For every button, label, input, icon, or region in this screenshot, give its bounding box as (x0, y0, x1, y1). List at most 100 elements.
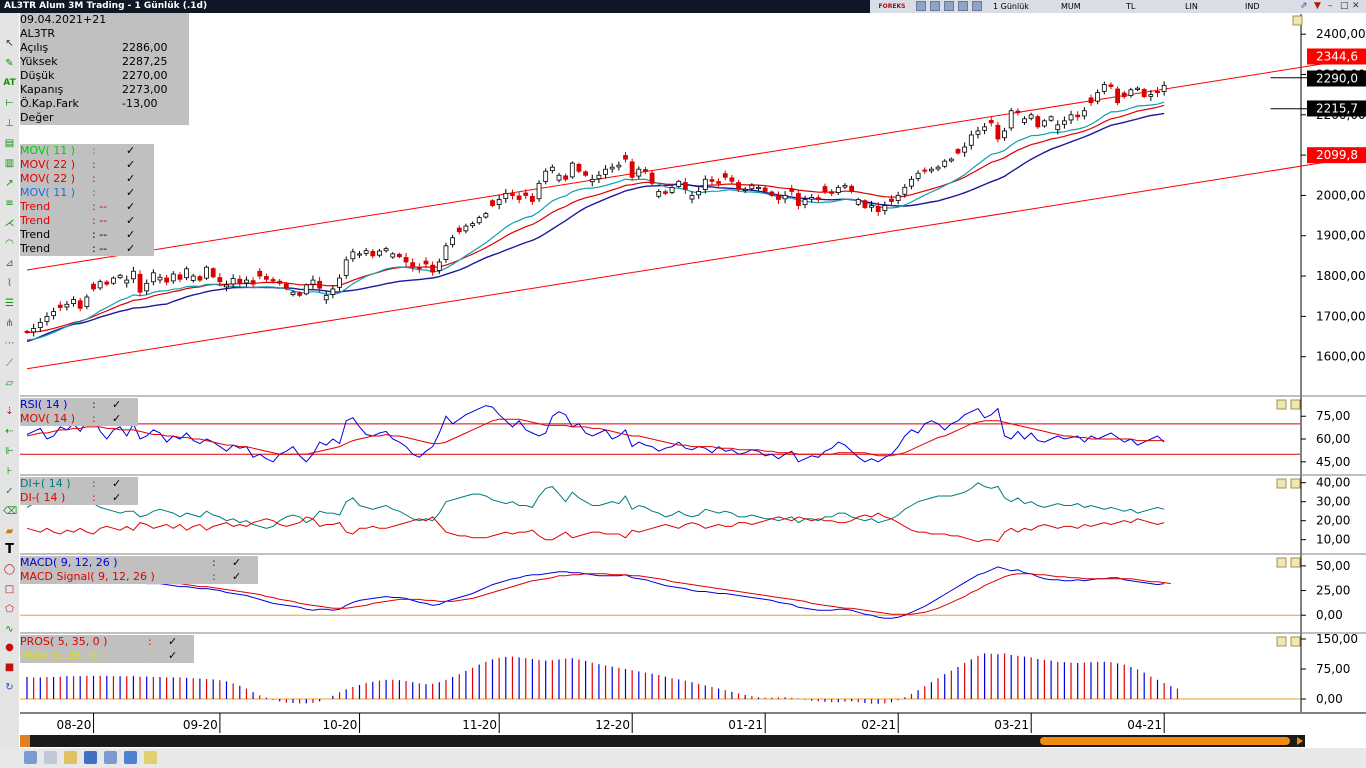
x-tick-label: 08-20 (57, 718, 92, 732)
maximize-icon[interactable]: □ (1340, 0, 1349, 13)
di-legend[interactable]: DI+( 14 ): ✓ DI-( 14 ): ✓ (20, 477, 138, 505)
paint-icon[interactable]: ▰ (3, 525, 16, 538)
candle-type-selector[interactable]: MUM (1061, 0, 1081, 13)
rotate-icon[interactable]: ↻ (3, 681, 16, 694)
legend-row[interactable]: MACD( 9, 12, 26 ): ✓ (20, 556, 258, 570)
table-icon[interactable] (916, 1, 926, 11)
legend-checkbox[interactable]: ✓ (126, 228, 135, 242)
legend-row[interactable]: Trend: -- ✓ (20, 214, 154, 228)
legend-checkbox[interactable]: ✓ (112, 398, 121, 412)
legend-checkbox[interactable]: ✓ (168, 649, 177, 663)
link-icon[interactable]: ⇗ (1300, 0, 1308, 13)
legend-checkbox[interactable]: ✓ (126, 172, 135, 186)
legend-row[interactable]: MOV( 14 ): ✓ (20, 412, 138, 426)
legend-row[interactable]: PROS( 5, 35, 0 ): ✓ (20, 635, 194, 649)
arc-icon[interactable]: ◠ (3, 237, 16, 250)
ellipse-icon[interactable]: ◯ (3, 563, 16, 576)
legend-name: Trend (20, 214, 51, 227)
down-arrow-icon[interactable]: ▼ (1314, 0, 1321, 13)
channel-icon[interactable]: ▥ (3, 157, 16, 170)
pencil-icon[interactable]: ✎ (3, 57, 16, 70)
settings-icon[interactable] (958, 1, 968, 11)
legend-checkbox[interactable]: ✓ (112, 491, 121, 505)
legend-checkbox[interactable]: ✓ (126, 242, 135, 256)
horizontal-line-icon[interactable]: ⊢ (3, 97, 16, 110)
text-icon[interactable]: T (3, 543, 16, 556)
chart-area[interactable]: 08-20 09-20 10-20 11-20 12-20 01-21 02-21 03-21… (0, 0, 1366, 768)
vertical-line-icon[interactable]: ⊥ (3, 117, 16, 130)
rectangle-icon[interactable]: □ (3, 583, 16, 596)
legend-checkbox[interactable]: ✓ (112, 477, 121, 491)
text-annotation-icon[interactable]: AT (3, 77, 16, 90)
legend-row[interactable]: MACD Signal( 9, 12, 26 ): ✓ (20, 570, 258, 584)
checkmark-icon[interactable]: ✓ (3, 485, 16, 498)
search-icon[interactable] (104, 751, 117, 764)
legend-row[interactable]: Trend: -- ✓ (20, 200, 154, 214)
filled-ellipse-icon[interactable]: ● (3, 641, 16, 654)
speed-line-icon[interactable]: ⟋ (3, 357, 16, 370)
cycle-icon[interactable]: ⋯ (3, 337, 16, 350)
candle-body (929, 168, 934, 172)
fan-icon[interactable]: ⋌ (3, 217, 16, 230)
legend-checkbox[interactable]: ✓ (112, 412, 121, 426)
legend-checkbox[interactable]: ✓ (126, 158, 135, 172)
star-icon[interactable] (144, 751, 157, 764)
tools-icon[interactable] (972, 1, 982, 11)
legend-row[interactable]: DI-( 14 ): ✓ (20, 491, 138, 505)
gann-icon[interactable]: ⊿ (3, 257, 16, 270)
info-label: Düşük (20, 69, 55, 82)
trend-line-icon[interactable]: ↗ (3, 177, 16, 190)
price-legend[interactable]: MOV( 11 ): ✓ MOV( 22 ): ✓ MOV( 22 ): ✓ MOV( 11… (20, 144, 154, 256)
chart-icon[interactable] (930, 1, 940, 11)
legend-checkbox[interactable]: ✓ (168, 635, 177, 649)
grid-lines-icon[interactable]: ▤ (3, 137, 16, 150)
database-icon[interactable] (124, 751, 137, 764)
currency-selector[interactable]: TL (1126, 0, 1135, 13)
candle-body (31, 328, 37, 333)
close-icon[interactable]: ✕ (1352, 0, 1360, 13)
candle-body (204, 266, 209, 279)
rsi-legend[interactable]: RSI( 14 ): ✓ MOV( 14 ): ✓ (20, 398, 138, 426)
zigzag-icon[interactable]: ⌇ (3, 277, 16, 290)
folder-icon[interactable] (64, 751, 77, 764)
legend-row[interactable]: MOV( 22 ): ✓ (20, 158, 154, 172)
scale-selector[interactable]: LIN (1185, 0, 1198, 13)
freehand-icon[interactable]: ∿ (3, 623, 16, 636)
legend-row[interactable]: RSI( 14 ): ✓ (20, 398, 138, 412)
legend-row[interactable]: MOV( 22 ): ✓ (20, 172, 154, 186)
legend-checkbox[interactable]: ✓ (232, 570, 241, 584)
period-selector[interactable]: 1 Günlük (993, 0, 1029, 13)
zoom-icon[interactable] (24, 751, 37, 764)
arrow-down-icon[interactable]: ⇣ (3, 405, 16, 418)
legend-checkbox[interactable]: ✓ (126, 144, 135, 158)
legend-checkbox[interactable]: ✓ (126, 214, 135, 228)
legend-row[interactable]: MOV( 5, 35, 0 ): ✓ (20, 649, 194, 663)
measure-icon[interactable]: ⊩ (3, 445, 16, 458)
pitchfork-icon[interactable]: ⋔ (3, 317, 16, 330)
minimize-icon[interactable]: – (1328, 0, 1333, 13)
eraser-icon[interactable]: ⌫ (3, 505, 17, 518)
legend-row[interactable]: MOV( 11 ): ✓ (20, 186, 154, 200)
fibonacci-icon[interactable]: ≡ (3, 197, 16, 210)
retracement-icon[interactable]: ☰ (3, 297, 16, 310)
ruler-icon[interactable]: ▱ (3, 377, 16, 390)
print-icon[interactable] (44, 751, 57, 764)
pros-legend[interactable]: PROS( 5, 35, 0 ): ✓ MOV( 5, 35, 0 ): ✓ (20, 635, 194, 663)
save-icon[interactable] (84, 751, 97, 764)
legend-checkbox[interactable]: ✓ (126, 186, 135, 200)
legend-row[interactable]: DI+( 14 ): ✓ (20, 477, 138, 491)
cursor-icon[interactable]: ↖ (3, 37, 16, 50)
arrow-left-icon[interactable]: ⇠ (3, 425, 16, 438)
grid-icon[interactable] (944, 1, 954, 11)
macd-legend[interactable]: MACD( 9, 12, 26 ): ✓ MACD Signal( 9, 12, 2… (20, 556, 258, 584)
legend-row[interactable]: MOV( 11 ): ✓ (20, 144, 154, 158)
legend-checkbox[interactable]: ✓ (126, 200, 135, 214)
line-tool-icon[interactable]: ⊦ (3, 465, 16, 478)
filled-rectangle-icon[interactable]: ■ (3, 661, 16, 674)
legend-row[interactable]: Trend: -- ✓ (20, 242, 154, 256)
indicator-selector[interactable]: IND (1245, 0, 1260, 13)
legend-checkbox[interactable]: ✓ (232, 556, 241, 570)
polygon-icon[interactable]: ⬠ (3, 603, 16, 616)
legend-row[interactable]: Trend: -- ✓ (20, 228, 154, 242)
legend-param: : (92, 186, 96, 199)
